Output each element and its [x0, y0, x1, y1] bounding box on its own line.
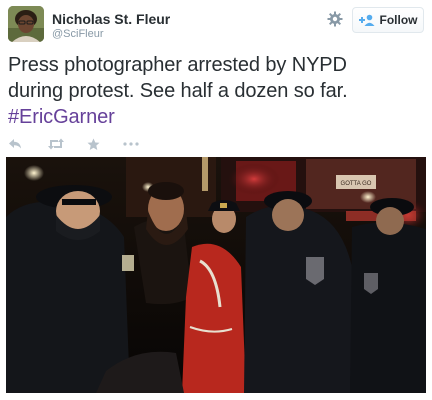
user-handle[interactable]: @SciFleur [52, 28, 104, 40]
follow-button[interactable]: Follow [352, 7, 424, 33]
retweet-icon[interactable] [47, 135, 65, 153]
sign-text: GOTTA GO [341, 181, 372, 187]
tweet-text-line: during protest. See half a dozen so far. [8, 80, 348, 102]
reply-icon[interactable] [8, 135, 22, 153]
more-icon[interactable] [123, 135, 139, 153]
user-display-name[interactable]: Nicholas St. Fleur [52, 11, 170, 27]
hashtag-link[interactable]: #EricGarner [8, 104, 426, 130]
avatar[interactable] [8, 6, 44, 42]
follow-button-label: Follow [379, 13, 418, 27]
tweet-actions [8, 135, 148, 153]
protest-photo: GOTTA GO [6, 157, 426, 393]
tweet-text: Press photographer arrested by NYPD duri… [8, 52, 426, 130]
tweet-photo[interactable]: GOTTA GO [6, 157, 426, 393]
avatar-image [8, 6, 44, 42]
tweet-card: Nicholas St. Fleur @SciFleur Follow Pres… [0, 0, 432, 400]
tweet-text-line: Press photographer arrested by NYPD [8, 54, 347, 76]
gear-icon[interactable] [326, 10, 344, 28]
follow-person-plus-icon [358, 14, 375, 26]
gear-icon-glyph [327, 11, 343, 27]
favorite-icon[interactable] [87, 135, 100, 153]
